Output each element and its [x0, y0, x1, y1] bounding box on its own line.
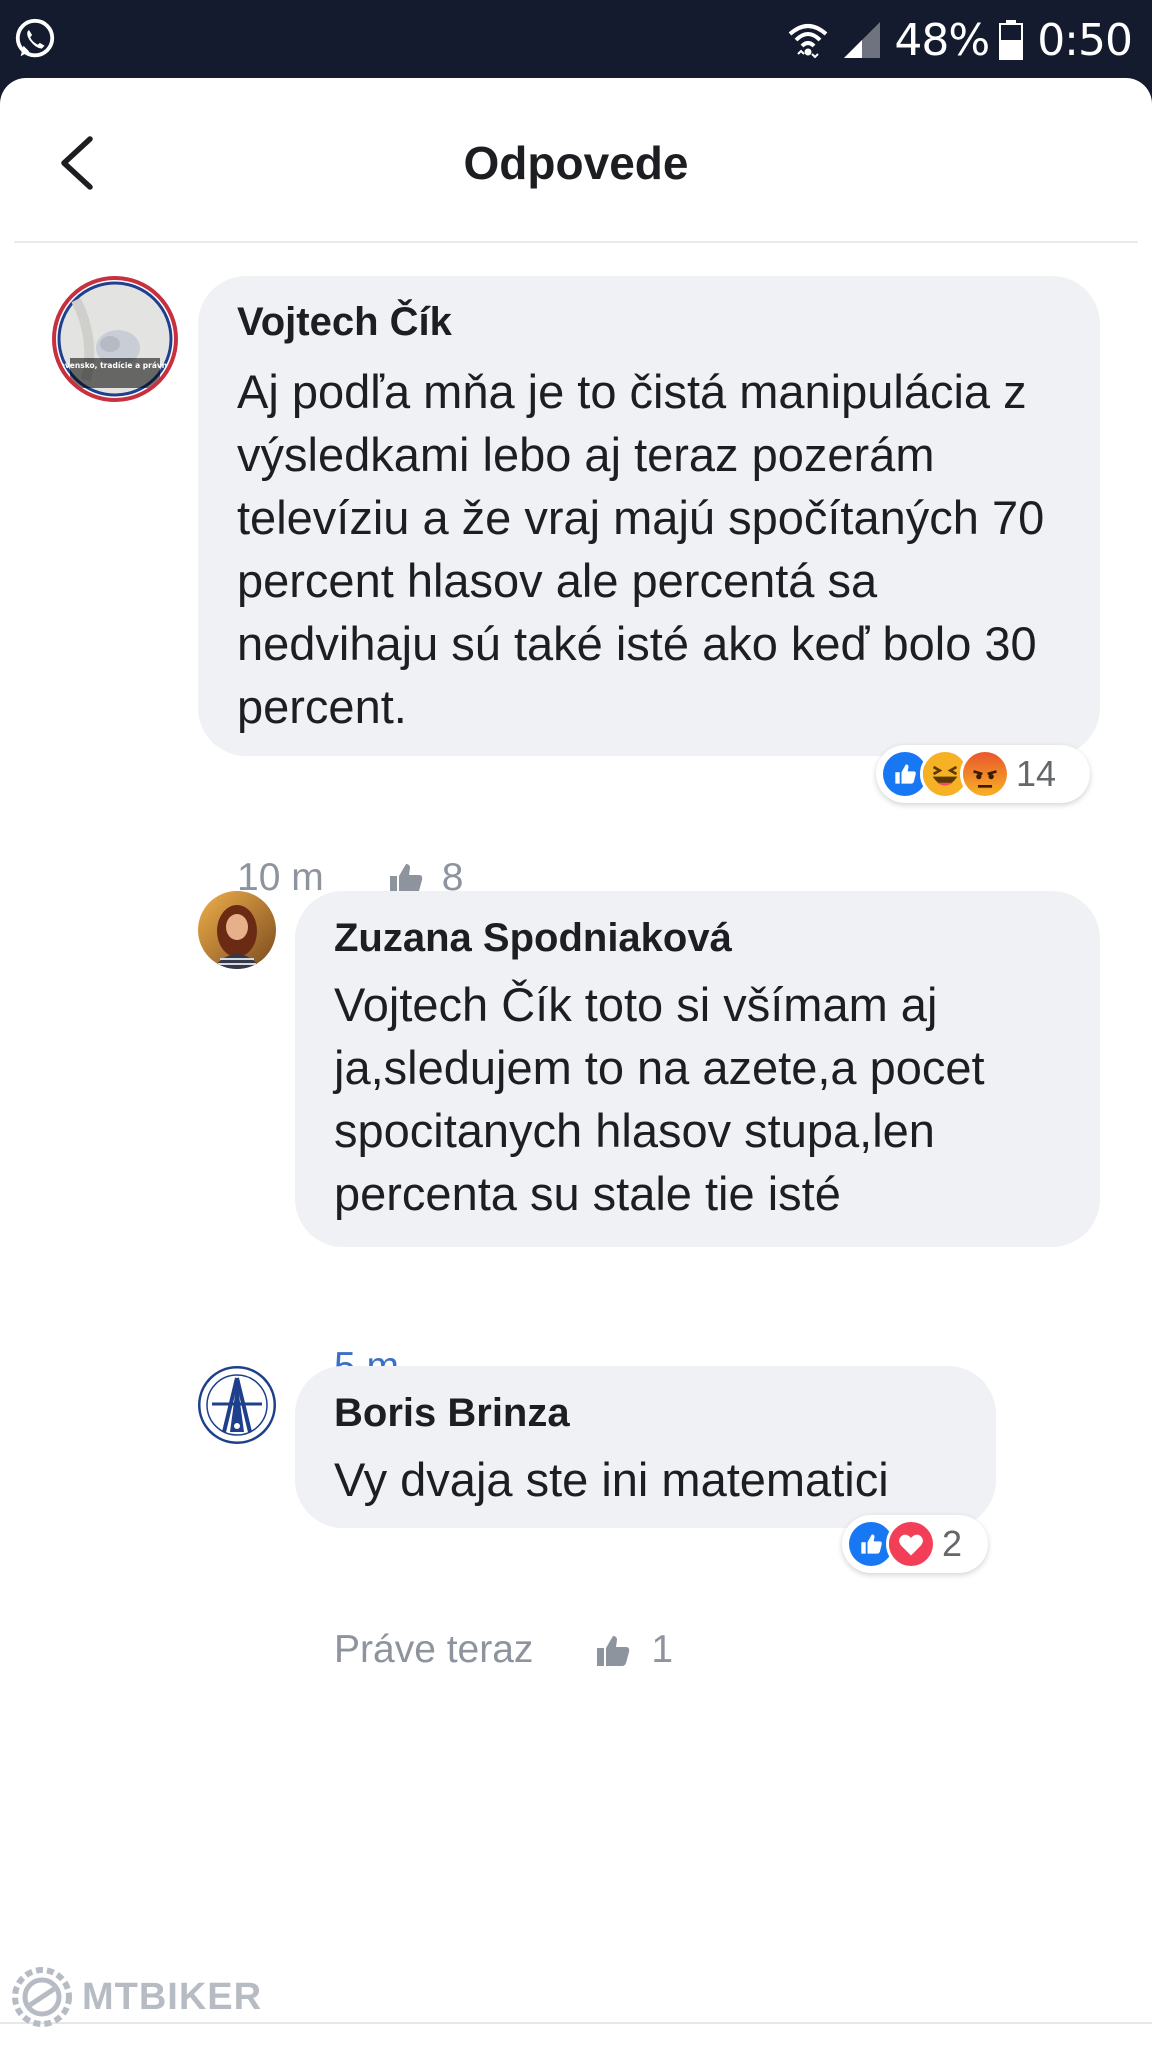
- battery-percent: 48%: [894, 14, 990, 66]
- comment-author[interactable]: Boris Brinza: [334, 1391, 570, 1436]
- comment-text: Vojtech Čík toto si všímam aj ja,sleduje…: [334, 978, 985, 1220]
- avatar-image: [198, 1366, 276, 1444]
- comment-text: Vy dvaja ste ini matematici: [334, 1453, 889, 1506]
- clock: 0:50: [1037, 14, 1133, 66]
- svg-text:Za Slovensko, tradície a právn: Za Slovensko, tradície a právny štát: [56, 361, 174, 370]
- reactions-summary[interactable]: 2: [842, 1515, 988, 1573]
- angry-reaction-icon: [960, 749, 1010, 799]
- wifi-icon: [789, 24, 828, 59]
- avatar[interactable]: [198, 891, 276, 969]
- avatar-image: Za Slovensko, tradície a právny štát: [56, 281, 174, 397]
- like-count: 1: [651, 1628, 674, 1671]
- comment-meta: Práve teraz 1: [334, 1628, 673, 1672]
- watermark: MTBIKER: [10, 1962, 290, 2032]
- avatar[interactable]: [198, 1366, 276, 1444]
- comment-author[interactable]: Zuzana Spodniaková: [334, 916, 732, 961]
- page-title: Odpovede: [463, 137, 689, 189]
- replies-sheet: Odpovede Za Slovensko, tradície a právny…: [0, 78, 1152, 2048]
- comment-author[interactable]: Vojtech Čík: [237, 300, 452, 345]
- comment-time: Práve teraz: [334, 1628, 534, 1671]
- reaction-count: 2: [942, 1523, 963, 1564]
- battery-icon: [999, 20, 1024, 60]
- mtbiker-logo-icon: [12, 1967, 72, 2027]
- header-divider: [14, 241, 1138, 243]
- avatar[interactable]: Za Slovensko, tradície a právny štát: [52, 276, 178, 402]
- love-reaction-icon: [886, 1519, 936, 1569]
- header: Odpovede: [0, 78, 1152, 244]
- comment-text: Aj podľa mňa je to čistá manipulácia z v…: [237, 365, 1045, 733]
- avatar-image: [198, 891, 276, 969]
- reaction-count: 14: [1016, 753, 1057, 794]
- signal-icon: [844, 22, 881, 58]
- reactions-summary[interactable]: 14: [876, 745, 1090, 803]
- status-icons: 48% 0:50: [786, 10, 1133, 70]
- watermark-text: MTBIKER: [82, 1975, 263, 2018]
- thumbs-up-icon[interactable]: [593, 1630, 633, 1670]
- whatsapp-icon: [15, 18, 55, 58]
- status-bar: 48% 0:50: [0, 0, 1152, 80]
